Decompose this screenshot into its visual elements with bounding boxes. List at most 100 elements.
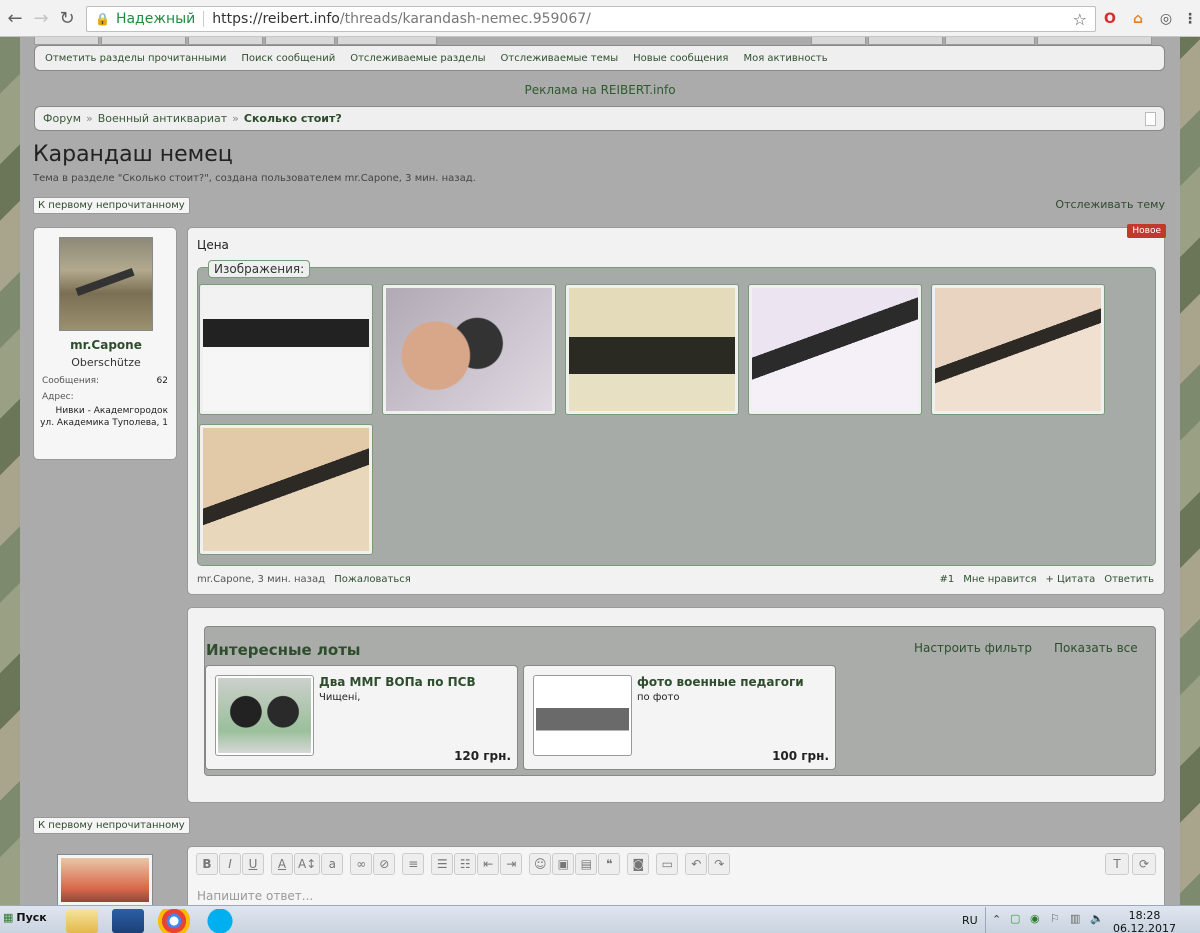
volume-icon[interactable]: 🔈	[1090, 912, 1104, 925]
lots-filter-link[interactable]: Настроить фильтр	[914, 641, 1032, 655]
breadcrumb-current[interactable]: Сколько стоит?	[244, 112, 342, 125]
current-user-avatar[interactable]	[57, 854, 153, 905]
quote-icon[interactable]: ❝	[598, 853, 621, 875]
author-rank: Oberschütze	[71, 356, 141, 369]
lot-card[interactable]: Два ММГ ВОПа по ПСВ Чищені, 120 грн.	[205, 665, 518, 770]
forward-icon[interactable]: →	[30, 7, 52, 29]
bookmark-star-icon[interactable]: ☆	[1073, 10, 1087, 29]
font-family-icon[interactable]: a	[321, 853, 344, 875]
breadcrumb-military-antiques[interactable]: Военный антиквариат	[98, 112, 227, 125]
first-unread-button-bottom[interactable]: К первому непрочитанному	[33, 817, 190, 834]
lot-name[interactable]: Два ММГ ВОПа по ПСВ	[319, 675, 476, 689]
redo-icon[interactable]: ↷	[708, 853, 731, 875]
forum-content: Отметить разделы прочитанными Поиск сооб…	[20, 37, 1180, 905]
ad-banner-link[interactable]: Реклама на REIBERT.info	[20, 83, 1180, 97]
chrome-icon[interactable]	[158, 909, 190, 933]
first-unread-button[interactable]: К первому непрочитанному	[33, 197, 190, 214]
tray-app-icon[interactable]: ▢	[1010, 912, 1020, 925]
address-value: Нивки - Академгородок ул. Академика Тупо…	[40, 406, 168, 428]
camera-icon[interactable]: ◙	[627, 853, 650, 875]
skype-icon[interactable]	[204, 909, 236, 933]
subnav-watched-threads[interactable]: Отслеживаемые темы	[501, 53, 619, 64]
reload-icon[interactable]: ↻	[56, 7, 78, 29]
tray-expand-icon[interactable]: ⌃	[992, 913, 1001, 926]
menu-icon[interactable]: ⋮	[1180, 9, 1200, 29]
url-path: /threads/karandash-nemec.959067/	[339, 11, 591, 27]
attachment-thumbnail[interactable]	[199, 284, 373, 415]
italic-icon[interactable]: I	[219, 853, 241, 875]
messages-value[interactable]: 62	[157, 376, 168, 386]
like-link[interactable]: Мне нравится	[963, 574, 1036, 585]
lot-card[interactable]: фото военные педагоги по фото 100 грн.	[523, 665, 836, 770]
subnav-watched-forums[interactable]: Отслеживаемые разделы	[350, 53, 485, 64]
address-label: Адрес:	[42, 392, 74, 402]
numbered-list-icon[interactable]: ☷	[454, 853, 477, 875]
page-background: Отметить разделы прочитанными Поиск сооб…	[0, 37, 1200, 905]
network-icon[interactable]: ▥	[1070, 912, 1080, 925]
reply-input[interactable]: Напишите ответ...	[197, 889, 313, 903]
underline-icon[interactable]: U	[242, 853, 264, 875]
language-indicator[interactable]: RU	[962, 914, 978, 927]
media-icon[interactable]: ▤	[575, 853, 598, 875]
subnav-mark-read[interactable]: Отметить разделы прочитанными	[45, 53, 226, 64]
font-color-icon[interactable]: A	[271, 853, 293, 875]
attachment-thumbnail[interactable]	[199, 424, 373, 555]
author-name[interactable]: mr.Capone	[34, 338, 178, 352]
remove-format-icon[interactable]: T	[1105, 853, 1129, 875]
rss-doc-icon[interactable]	[1145, 112, 1156, 126]
start-button[interactable]: ▦ Пуск	[3, 911, 47, 924]
subnav-my-activity[interactable]: Моя активность	[743, 53, 827, 64]
post-meta: mr.Capone, 3 мин. назад Пожаловаться	[197, 574, 411, 585]
attachment-thumbnail[interactable]	[748, 284, 922, 415]
link-icon[interactable]: ∞	[350, 853, 373, 875]
lots-title: Интересные лоты	[206, 641, 361, 659]
reply-link[interactable]: Ответить	[1104, 574, 1154, 585]
attachment-thumbnail[interactable]	[382, 284, 556, 415]
image-icon[interactable]: ▣	[552, 853, 575, 875]
bullet-list-icon[interactable]: ☰	[431, 853, 454, 875]
flag-icon[interactable]: ⚐	[1050, 912, 1060, 925]
watch-thread-link[interactable]: Отслеживать тему	[1055, 198, 1165, 211]
clock-date: 06.12.2017	[1113, 922, 1176, 933]
tray-app-icon[interactable]: ◉	[1030, 912, 1040, 925]
media-player-icon[interactable]	[112, 909, 144, 933]
align-icon[interactable]: ≡	[402, 853, 425, 875]
extension-ring-icon[interactable]: ◎	[1156, 9, 1176, 29]
indent-icon[interactable]: ⇥	[500, 853, 523, 875]
back-icon[interactable]: ←	[4, 7, 26, 29]
file-explorer-icon[interactable]	[66, 909, 98, 933]
unlink-icon[interactable]: ⊘	[373, 853, 396, 875]
address-bar[interactable]: 🔒 Надежный https://reibert.info /threads…	[86, 6, 1096, 32]
extension-icon[interactable]: O	[1100, 9, 1120, 29]
save-draft-icon[interactable]: ▭	[656, 853, 679, 875]
post: Новое Цена Изображения: mr.Capone, 3 мин…	[187, 224, 1166, 595]
extension-house-icon[interactable]: ⌂	[1128, 9, 1148, 29]
avatar[interactable]	[59, 237, 153, 331]
font-size-icon[interactable]: A↕	[294, 853, 321, 875]
url-host: https://reibert.info	[212, 11, 340, 27]
attachment-thumbnail[interactable]	[565, 284, 739, 415]
smiley-icon[interactable]: ☺	[529, 853, 552, 875]
toggle-bbcode-icon[interactable]: ⟳	[1132, 853, 1156, 875]
quote-link[interactable]: + Цитата	[1045, 574, 1095, 585]
breadcrumb-forum[interactable]: Форум	[43, 112, 81, 125]
windows-taskbar: ▦ Пуск RU ⌃ ▢ ◉ ⚐ ▥ 🔈 18:28 06.12.2017	[0, 905, 1200, 933]
post-number[interactable]: #1	[939, 574, 954, 585]
subnav-search[interactable]: Поиск сообщений	[241, 53, 335, 64]
lot-image[interactable]	[215, 675, 314, 756]
undo-icon[interactable]: ↶	[685, 853, 708, 875]
lot-name[interactable]: фото военные педагоги	[637, 675, 804, 689]
lot-image[interactable]	[533, 675, 632, 756]
post-author-time[interactable]: mr.Capone, 3 мин. назад	[197, 574, 325, 585]
system-tray: ⌃ ▢ ◉ ⚐ ▥ 🔈 18:28 06.12.2017	[985, 907, 1200, 933]
new-badge: Новое	[1127, 224, 1166, 238]
bold-icon[interactable]: B	[196, 853, 218, 875]
clock[interactable]: 18:28 06.12.2017	[1113, 909, 1176, 933]
outdent-icon[interactable]: ⇤	[477, 853, 500, 875]
divider	[203, 11, 205, 27]
lot-description: Чищені,	[319, 692, 361, 703]
attachment-thumbnail[interactable]	[931, 284, 1105, 415]
subnav-new-posts[interactable]: Новые сообщения	[633, 53, 728, 64]
report-link[interactable]: Пожаловаться	[334, 574, 411, 585]
lots-show-all-link[interactable]: Показать все	[1054, 641, 1138, 655]
